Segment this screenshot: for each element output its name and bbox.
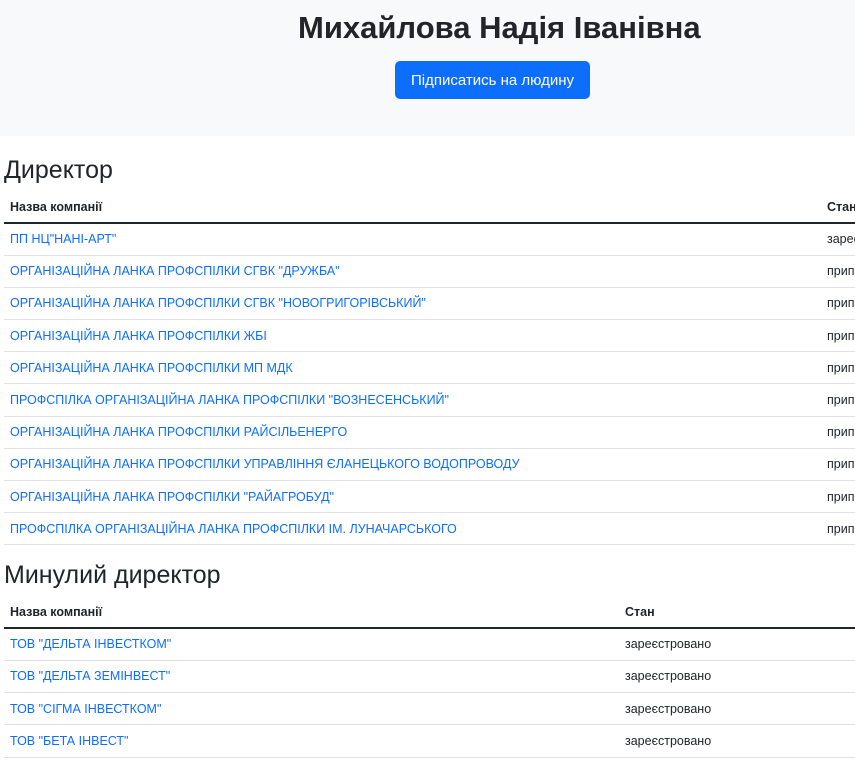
column-header-company: Назва компанії	[4, 192, 821, 224]
table-row: ТОВ "СІГМА ІНВЕСТКОМ" зареєстровано	[4, 692, 855, 726]
status-cell: припинено	[821, 287, 855, 321]
person-name: Михайлова Надія Іванівна	[298, 10, 701, 45]
table-row: ОРГАНІЗАЦІЙНА ЛАНКА ПРОФСПІЛКИ СГВК "ДРУ…	[4, 255, 855, 288]
company-link[interactable]: ТОВ "ДЕЛЬТА ЗЕМІНВЕСТ"	[10, 669, 170, 683]
status-cell: зареєстровано	[619, 692, 855, 726]
company-link[interactable]: ПРОФСПІЛКА ОРГАНІЗАЦІЙНА ЛАНКА ПРОФСПІЛК…	[10, 522, 457, 536]
table-row: ОРГАНІЗАЦІЙНА ЛАНКА ПРОФСПІЛКИ "РАЙАГРОБ…	[4, 480, 855, 514]
company-link[interactable]: ТОВ "БЕТА ІНВЕСТ"	[10, 734, 128, 748]
past-directors-section-title: Минулий директор	[4, 561, 221, 589]
status-cell: зареєстровано	[619, 628, 855, 661]
column-header-status: Стан	[619, 597, 855, 629]
company-cell: ПП НЦ"НАНІ-АРТ"	[4, 223, 821, 256]
directors-section-title: Директор	[4, 156, 113, 184]
company-cell: ПРОФСПІЛКА ОРГАНІЗАЦІЙНА ЛАНКА ПРОФСПІЛК…	[4, 383, 821, 417]
table-row: ПРОФСПІЛКА ОРГАНІЗАЦІЙНА ЛАНКА ПРОФСПІЛК…	[4, 512, 855, 546]
company-cell: ОРГАНІЗАЦІЙНА ЛАНКА ПРОФСПІЛКИ ЖБІ	[4, 319, 821, 353]
company-link[interactable]: ОРГАНІЗАЦІЙНА ЛАНКА ПРОФСПІЛКИ МП МДК	[10, 361, 293, 375]
company-cell: ОРГАНІЗАЦІЙНА ЛАНКА ПРОФСПІЛКИ РАЙСІЛЬЕН…	[4, 416, 821, 449]
status-cell: припинено	[821, 448, 855, 482]
table-row: ПРОФСПІЛКА ОРГАНІЗАЦІЙНА ЛАНКА ПРОФСПІЛК…	[4, 383, 855, 417]
company-link[interactable]: ОРГАНІЗАЦІЙНА ЛАНКА ПРОФСПІЛКИ УПРАВЛІНН…	[10, 457, 520, 471]
company-link[interactable]: ОРГАНІЗАЦІЙНА ЛАНКА ПРОФСПІЛКИ СГВК "НОВ…	[10, 296, 426, 310]
company-link[interactable]: ОРГАНІЗАЦІЙНА ЛАНКА ПРОФСПІЛКИ СГВК "ДРУ…	[10, 264, 340, 278]
status-cell: припинено	[821, 416, 855, 449]
past-directors-table-header: Назва компанії Стан	[4, 597, 855, 629]
company-cell: ТОВ "ДЕЛЬТА ЗЕМІНВЕСТ"	[4, 660, 619, 694]
column-header-company: Назва компанії	[4, 597, 619, 629]
directors-table-body: ПП НЦ"НАНІ-АРТ" зареєстровано ОРГАНІЗАЦІЙН…	[4, 223, 855, 546]
table-row: ОРГАНІЗАЦІЙНА ЛАНКА ПРОФСПІЛКИ ЖБІ припин…	[4, 319, 855, 353]
company-cell: ОРГАНІЗАЦІЙНА ЛАНКА ПРОФСПІЛКИ СГВК "НОВ…	[4, 287, 821, 321]
status-cell: припинено	[821, 512, 855, 546]
status-cell: припинено	[821, 319, 855, 353]
directors-table: Назва компанії Стан ПП НЦ"НАНІ-АРТ" зареє…	[4, 192, 855, 546]
company-cell: ОРГАНІЗАЦІЙНА ЛАНКА ПРОФСПІЛКИ МП МДК	[4, 351, 821, 385]
company-cell: ПРОФСПІЛКА ОРГАНІЗАЦІЙНА ЛАНКА ПРОФСПІЛК…	[4, 512, 821, 546]
status-cell: зареєстровано	[619, 660, 855, 694]
company-link[interactable]: ОРГАНІЗАЦІЙНА ЛАНКА ПРОФСПІЛКИ "РАЙАГРОБ…	[10, 490, 334, 504]
company-link[interactable]: ОРГАНІЗАЦІЙНА ЛАНКА ПРОФСПІЛКИ ЖБІ	[10, 329, 267, 343]
past-directors-table: Назва компанії Стан ТОВ "ДЕЛЬТА ІНВЕСТКО…	[4, 597, 855, 758]
company-cell: ОРГАНІЗАЦІЙНА ЛАНКА ПРОФСПІЛКИ СГВК "ДРУ…	[4, 255, 821, 288]
company-link[interactable]: ПП НЦ"НАНІ-АРТ"	[10, 232, 116, 246]
company-link[interactable]: ТОВ "СІГМА ІНВЕСТКОМ"	[10, 702, 161, 716]
status-cell: зареєстровано	[821, 223, 855, 256]
table-row: ОРГАНІЗАЦІЙНА ЛАНКА ПРОФСПІЛКИ УПРАВЛІНН…	[4, 448, 855, 482]
status-cell: припинено	[821, 480, 855, 514]
table-row: ПП НЦ"НАНІ-АРТ" зареєстровано	[4, 223, 855, 256]
subscribe-button[interactable]: Підписатись на людину	[395, 61, 590, 99]
company-cell: ОРГАНІЗАЦІЙНА ЛАНКА ПРОФСПІЛКИ УПРАВЛІНН…	[4, 448, 821, 482]
company-cell: ТОВ "БЕТА ІНВЕСТ"	[4, 724, 619, 758]
status-cell: припинено	[821, 383, 855, 417]
company-link[interactable]: ОРГАНІЗАЦІЙНА ЛАНКА ПРОФСПІЛКИ РАЙСІЛЬЕН…	[10, 425, 347, 439]
table-row: ОРГАНІЗАЦІЙНА ЛАНКА ПРОФСПІЛКИ МП МДК при…	[4, 351, 855, 385]
past-directors-table-body: ТОВ "ДЕЛЬТА ІНВЕСТКОМ" зареєстровано ТОВ "…	[4, 628, 855, 758]
company-cell: ТОВ "СІГМА ІНВЕСТКОМ"	[4, 692, 619, 726]
table-row: ТОВ "БЕТА ІНВЕСТ" зареєстровано	[4, 724, 855, 758]
table-row: ТОВ "ДЕЛЬТА ЗЕМІНВЕСТ" зареєстровано	[4, 660, 855, 694]
company-link[interactable]: ТОВ "ДЕЛЬТА ІНВЕСТКОМ"	[10, 637, 171, 651]
status-cell: припинено	[821, 255, 855, 288]
directors-table-header: Назва компанії Стан	[4, 192, 855, 224]
table-row: ТОВ "ДЕЛЬТА ІНВЕСТКОМ" зареєстровано	[4, 628, 855, 661]
status-cell: зареєстровано	[619, 724, 855, 758]
person-header: Михайлова Надія Іванівна Підписатись на …	[0, 0, 855, 136]
column-header-status: Стан	[821, 192, 855, 224]
company-cell: ОРГАНІЗАЦІЙНА ЛАНКА ПРОФСПІЛКИ "РАЙАГРОБ…	[4, 480, 821, 514]
company-link[interactable]: ПРОФСПІЛКА ОРГАНІЗАЦІЙНА ЛАНКА ПРОФСПІЛК…	[10, 393, 449, 407]
table-row: ОРГАНІЗАЦІЙНА ЛАНКА ПРОФСПІЛКИ РАЙСІЛЬЕН…	[4, 416, 855, 449]
table-row: ОРГАНІЗАЦІЙНА ЛАНКА ПРОФСПІЛКИ СГВК "НОВ…	[4, 287, 855, 321]
status-cell: припинено	[821, 351, 855, 385]
company-cell: ТОВ "ДЕЛЬТА ІНВЕСТКОМ"	[4, 628, 619, 661]
